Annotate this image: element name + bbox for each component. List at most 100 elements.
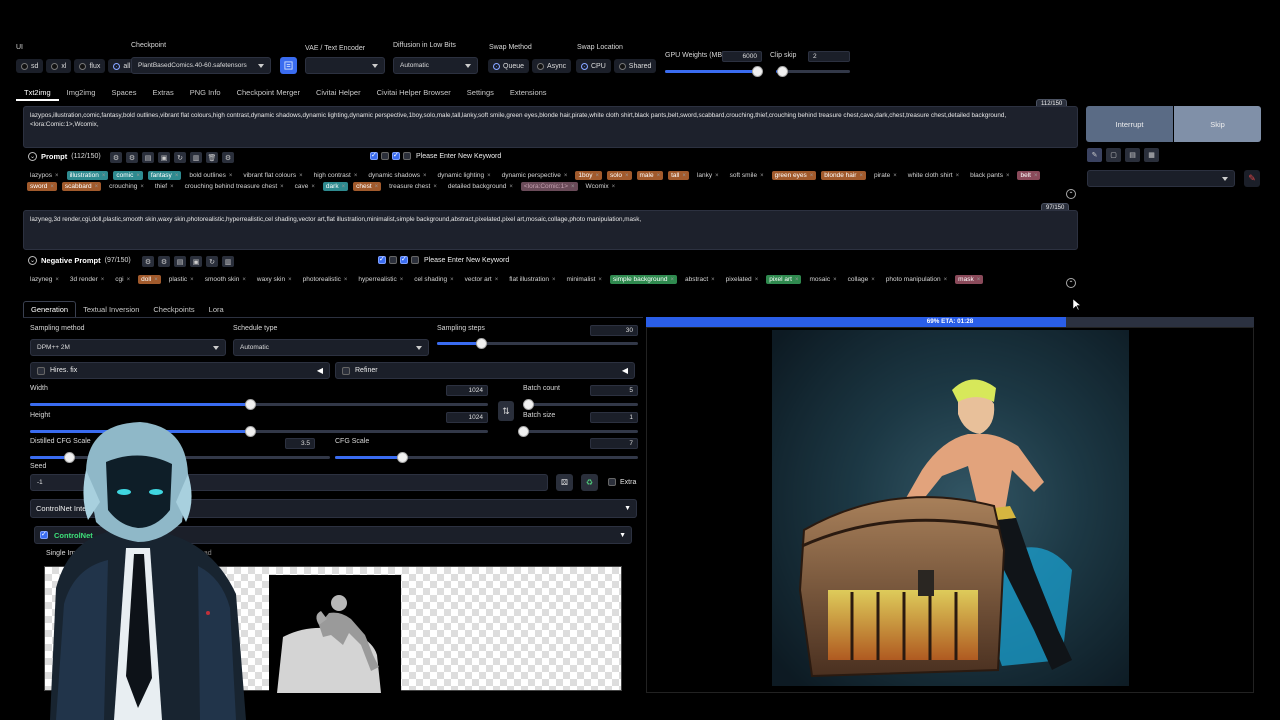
sampling-method-select[interactable]: DPM++ 2M <box>30 339 226 356</box>
tag-chip[interactable]: male × <box>636 171 664 180</box>
schedule-type-select[interactable]: Automatic <box>233 339 429 356</box>
tag-chip[interactable]: smooth skin × <box>202 275 249 284</box>
brush-icon[interactable]: ✎ <box>1244 170 1260 187</box>
checkbox-icon[interactable] <box>400 255 408 264</box>
hires-fix-accordion[interactable]: Hires. fix ◀ <box>30 362 330 379</box>
remove-tag-icon[interactable]: × <box>229 173 233 179</box>
tag-chip[interactable]: photo manipulation × <box>883 275 950 284</box>
tag-chip[interactable]: pixelated × <box>723 275 762 284</box>
remove-tag-icon[interactable]: × <box>136 173 140 179</box>
remove-tag-icon[interactable]: × <box>288 277 292 283</box>
remove-tag-icon[interactable]: × <box>893 173 897 179</box>
remove-tag-icon[interactable]: × <box>682 173 686 179</box>
batch-count-slider[interactable] <box>522 399 638 410</box>
gear-icon[interactable]: ⚙ <box>126 152 138 163</box>
settings-icon[interactable]: ⚙ <box>110 152 122 163</box>
pencil-icon[interactable]: ✎ <box>1087 148 1102 162</box>
tag-chip[interactable]: Wcomix × <box>583 182 619 191</box>
checkbox-icon[interactable] <box>403 152 411 160</box>
settings-icon[interactable]: ⚙ <box>222 152 234 163</box>
gen-tab-0[interactable]: Generation <box>23 301 77 317</box>
tag-chip[interactable]: solo × <box>607 171 632 180</box>
recycle-icon[interactable]: ♻ <box>581 474 598 491</box>
collapse-icon[interactable]: ⌄ <box>28 256 37 265</box>
tab-4[interactable]: PNG Info <box>182 86 229 101</box>
swap-dimensions-icon[interactable]: ⇅ <box>498 401 514 421</box>
settings-icon[interactable]: ⚙ <box>142 256 154 267</box>
checkpoint-select[interactable]: PlantBasedComics.40-60.safetensors <box>131 57 271 74</box>
remove-tag-icon[interactable]: × <box>450 277 454 283</box>
ui-option-0[interactable]: sd <box>16 59 44 73</box>
tag-chip[interactable]: <lora:Comic:1> × <box>520 182 578 191</box>
refresh-checkpoint-button[interactable] <box>280 57 297 74</box>
swap-method-async[interactable]: Async <box>532 59 572 73</box>
tag-chip[interactable]: minimalist × <box>564 275 605 284</box>
width-input[interactable]: 1024 <box>446 385 488 396</box>
gear-icon[interactable]: ⚙ <box>158 256 170 267</box>
remove-tag-icon[interactable]: × <box>956 173 960 179</box>
history-icon[interactable]: ↻ <box>206 256 218 267</box>
tag-chip[interactable]: bold outlines × <box>186 171 235 180</box>
remove-tag-icon[interactable]: × <box>354 173 358 179</box>
tag-chip[interactable]: detailed background × <box>445 182 516 191</box>
checkbox-icon[interactable] <box>392 151 400 160</box>
remove-tag-icon[interactable]: × <box>375 184 379 190</box>
remove-tag-icon[interactable]: × <box>311 184 315 190</box>
slider-knob[interactable] <box>518 426 529 437</box>
tag-chip[interactable]: pixel art × <box>766 275 802 284</box>
remove-tag-icon[interactable]: × <box>102 173 106 179</box>
remove-tag-icon[interactable]: × <box>280 184 284 190</box>
tag-chip[interactable]: waxy skin × <box>254 275 295 284</box>
gen-tab-2[interactable]: Checkpoints <box>146 302 201 317</box>
clock-icon[interactable] <box>389 256 397 264</box>
checkbox-icon[interactable] <box>378 255 386 264</box>
slider-knob[interactable] <box>244 399 256 410</box>
remove-tag-icon[interactable]: × <box>400 277 404 283</box>
swap-method-queue[interactable]: Queue <box>488 59 530 73</box>
tag-chip[interactable]: vector art × <box>462 275 502 284</box>
remove-tag-icon[interactable]: × <box>423 173 427 179</box>
clipboard-icon[interactable]: ▥ <box>190 152 202 163</box>
tag-chip[interactable]: chest × <box>353 182 382 191</box>
checkbox-icon[interactable] <box>37 366 45 375</box>
width-slider[interactable] <box>30 399 488 410</box>
trash-icon[interactable]: 🗑 <box>206 152 218 163</box>
tab-3[interactable]: Extras <box>144 86 181 101</box>
remove-tag-icon[interactable]: × <box>612 184 616 190</box>
tab-2[interactable]: Spaces <box>103 86 144 101</box>
tag-chip[interactable]: belt × <box>1017 171 1041 180</box>
tag-chip[interactable]: lazypos × <box>27 171 62 180</box>
tab-7[interactable]: Civitai Helper Browser <box>369 86 459 101</box>
slider-knob[interactable] <box>776 66 788 77</box>
remove-tag-icon[interactable]: × <box>487 173 491 179</box>
paste-icon[interactable]: ▣ <box>158 152 170 163</box>
gpu-weights-slider[interactable] <box>665 66 764 77</box>
ui-radio-group[interactable]: sd xl flux all <box>16 58 136 74</box>
batch-size-input[interactable]: 1 <box>590 412 638 423</box>
vae-select[interactable] <box>305 57 385 74</box>
remove-tag-icon[interactable]: × <box>154 277 158 283</box>
tag-chip[interactable]: flat illustration × <box>506 275 558 284</box>
remove-tag-icon[interactable]: × <box>55 173 59 179</box>
remove-tag-icon[interactable]: × <box>50 184 54 190</box>
cfg-scale-slider[interactable] <box>335 452 638 463</box>
slider-knob[interactable] <box>522 399 534 410</box>
tag-chip[interactable]: photorealistic × <box>300 275 351 284</box>
sampling-steps-slider[interactable] <box>437 338 638 349</box>
remove-tag-icon[interactable]: × <box>190 277 194 283</box>
remove-tag-icon[interactable]: × <box>342 184 346 190</box>
tag-chip[interactable]: comic × <box>113 171 143 180</box>
gen-tab-3[interactable]: Lora <box>202 302 231 317</box>
tab-6[interactable]: Civitai Helper <box>308 86 369 101</box>
tag-chip[interactable]: fantasy × <box>147 171 182 180</box>
sampling-steps-input[interactable]: 30 <box>590 325 638 336</box>
batch-size-slider[interactable] <box>518 426 638 437</box>
remove-tag-icon[interactable]: × <box>944 277 948 283</box>
tag-chip[interactable]: illustration × <box>66 171 109 180</box>
remove-tag-icon[interactable]: × <box>833 277 837 283</box>
remove-tag-icon[interactable]: × <box>715 173 719 179</box>
checkbox-icon[interactable] <box>608 478 616 486</box>
interrupt-button[interactable]: Interrupt <box>1086 106 1173 142</box>
collapse-icon[interactable]: ⌄ <box>28 152 37 161</box>
remove-tag-icon[interactable]: × <box>1034 173 1038 179</box>
